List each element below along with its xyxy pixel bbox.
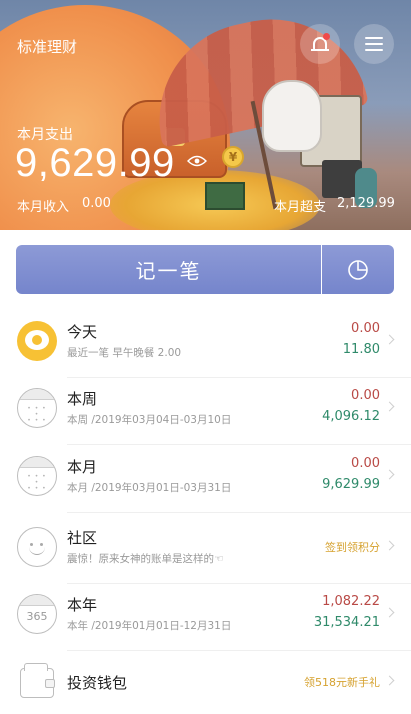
- wallet-icon: [17, 662, 57, 702]
- list-item-title: 本周: [67, 390, 98, 408]
- month-overspend-value: 2,129.99: [337, 196, 395, 211]
- pie-chart-icon: [348, 259, 368, 280]
- eye-icon[interactable]: [187, 155, 207, 167]
- month-expense-amount: 9,629.99: [15, 141, 175, 185]
- smile-icon: [17, 527, 57, 567]
- income-value: 9,629.99: [322, 477, 380, 492]
- report-button[interactable]: [322, 245, 394, 294]
- list-item-wallet[interactable]: 投资钱包 领518元新手礼: [0, 650, 411, 714]
- list-item-title: 本月: [67, 458, 98, 476]
- divider: [67, 444, 411, 445]
- list-item-month[interactable]: • • • • • • • 本月 本月 /2019年03月01日-03月31日 0…: [0, 447, 411, 513]
- list-item-title: 今天: [67, 323, 98, 341]
- list-item-title: 投资钱包: [67, 674, 128, 692]
- divider: [67, 583, 411, 584]
- notification-dot: [323, 33, 330, 40]
- new-user-gift-badge[interactable]: 领518元新手礼: [304, 674, 380, 690]
- header-banner: ¥ 标准理财 本月支出 9,629.99 本月收入 0.00 本月超支 2,12…: [0, 0, 411, 230]
- chevron-right-icon: [384, 607, 395, 618]
- chevron-right-icon: [384, 675, 395, 686]
- chevron-right-icon: [384, 334, 395, 345]
- calendar-year-icon: 365: [17, 594, 57, 634]
- list-item-title: 社区: [67, 529, 98, 547]
- income-value: 11.80: [342, 342, 380, 357]
- bell-icon: [311, 33, 330, 52]
- record-button[interactable]: 记一笔: [16, 245, 321, 294]
- coin-icon: ¥: [222, 146, 244, 168]
- calendar-year-number: 365: [26, 610, 48, 623]
- calendar-week-icon: • • • • • • •: [17, 388, 57, 428]
- divider: [67, 512, 411, 513]
- chevron-right-icon: [384, 401, 395, 412]
- month-income-label: 本月收入: [17, 200, 70, 215]
- chevron-right-icon: [384, 469, 395, 480]
- calendar-month-icon: • • • • • • •: [17, 456, 57, 496]
- expense-value: 0.00: [351, 388, 380, 403]
- banner-illustration-goat: [262, 80, 322, 152]
- list-item-subtitle: 本月 /2019年03月01日-03月31日: [67, 482, 232, 494]
- list-item-week[interactable]: • • • • • • • 本周 本周 /2019年03月04日-03月10日 0…: [0, 379, 411, 445]
- divider: [67, 377, 411, 378]
- notification-button[interactable]: [300, 24, 340, 64]
- chevron-right-icon: [384, 540, 395, 551]
- menu-icon: [365, 37, 383, 51]
- menu-button[interactable]: [354, 24, 394, 64]
- list-item-today[interactable]: 今天 最近一笔 早午晚餐 2.00 0.00 11.80: [0, 312, 411, 378]
- expense-value: 0.00: [351, 456, 380, 471]
- egg-icon: [17, 321, 57, 361]
- expense-value: 0.00: [351, 321, 380, 336]
- app-title[interactable]: 标准理财: [17, 36, 77, 57]
- expense-value: 1,082.22: [322, 594, 380, 609]
- list-item-subtitle: 本年 /2019年01月01日-12月31日: [67, 620, 232, 632]
- list-item-community[interactable]: 社区 震惊！原来女神的账单是这样的☜ 签到领积分: [0, 518, 411, 584]
- month-income-value: 0.00: [82, 196, 111, 211]
- list-item-year[interactable]: 365 本年 本年 /2019年01月01日-12月31日 1,082.22 3…: [0, 585, 411, 651]
- sign-in-badge[interactable]: 签到领积分: [325, 539, 380, 555]
- banner-illustration-crate: [205, 182, 245, 210]
- income-value: 4,096.12: [322, 409, 380, 424]
- list-item-subtitle: 本周 /2019年03月04日-03月10日: [67, 414, 232, 426]
- list-item-subtitle: 最近一笔 早午晚餐 2.00: [67, 347, 182, 359]
- list-item-title: 本年: [67, 596, 98, 614]
- list-item-subtitle: 震惊！原来女神的账单是这样的☜: [67, 553, 224, 565]
- income-value: 31,534.21: [313, 615, 380, 630]
- month-overspend-label: 本月超支: [274, 200, 327, 215]
- record-bar: 记一笔: [16, 245, 394, 294]
